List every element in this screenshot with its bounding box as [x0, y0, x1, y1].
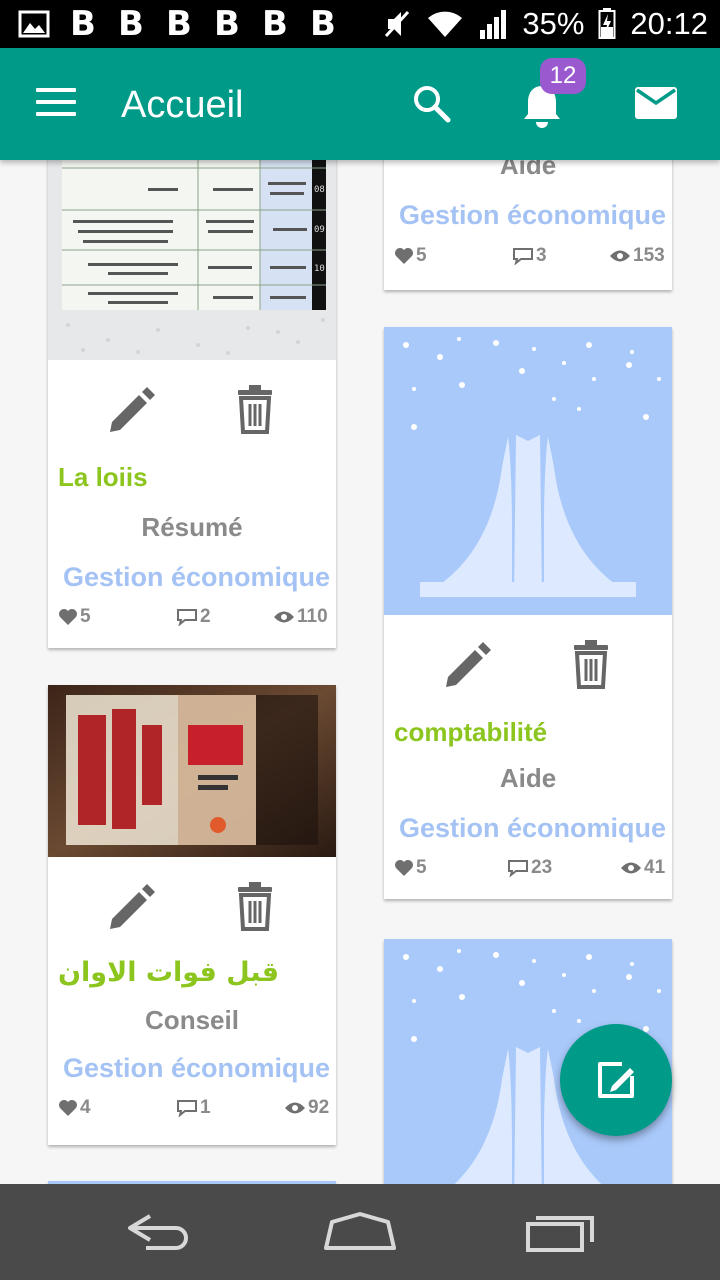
menu-icon-bar: [36, 88, 76, 92]
comments-stat[interactable]: 3: [512, 245, 547, 267]
card-category[interactable]: Gestion économique: [399, 200, 666, 231]
mute-icon: [385, 10, 410, 38]
card-title[interactable]: La loiis: [58, 462, 148, 493]
views-count: 110: [297, 606, 328, 627]
comments-count: 2: [200, 606, 211, 627]
comments-count: 3: [536, 245, 547, 266]
card-stats: 5 3 153: [384, 245, 672, 275]
card-type: Résumé: [141, 512, 243, 542]
trash-icon[interactable]: [228, 879, 282, 933]
status-notifications: B B B B B B: [18, 4, 338, 44]
comments-count: 1: [200, 1097, 211, 1118]
compose-button[interactable]: [560, 1024, 672, 1136]
card-type: Aide: [499, 763, 557, 793]
battery-percent: 35%: [522, 6, 585, 41]
likes-stat[interactable]: 5: [58, 606, 91, 628]
views-stat: 92: [284, 1097, 329, 1119]
heart-icon: [59, 609, 77, 625]
svg-text:09: 09: [314, 225, 325, 235]
card-stats: 5 23 41: [384, 857, 672, 887]
search-icon[interactable]: [412, 84, 452, 124]
heart-icon: [59, 1100, 77, 1116]
document-card[interactable]: 08 09 10 La loiis Résumé Gestion économiqu…: [48, 160, 336, 648]
home-icon[interactable]: [320, 1208, 400, 1256]
svg-text:10: 10: [314, 264, 325, 274]
likes-stat[interactable]: 5: [394, 857, 427, 879]
notification-b-4: B: [214, 4, 240, 44]
pencil-icon[interactable]: [440, 637, 494, 691]
card-stats: 5 2 110: [48, 606, 336, 636]
menu-icon-bar: [36, 100, 76, 104]
card-category[interactable]: Gestion économique: [399, 813, 666, 844]
eye-icon: [610, 250, 630, 262]
views-count: 41: [644, 857, 666, 878]
mail-icon[interactable]: [634, 86, 678, 120]
document-card[interactable]: comptabilité Aide Gestion économique 5 2…: [384, 327, 672, 899]
gallery-icon: [18, 10, 50, 38]
clock: 20:12: [630, 6, 708, 41]
notification-badge[interactable]: 12: [540, 58, 586, 94]
document-card[interactable]: Aide Gestion économique 5 3 153: [384, 160, 672, 290]
card-title[interactable]: قبل فوات الاوان: [58, 957, 279, 988]
book-cover-thumbnail[interactable]: [48, 685, 336, 857]
notification-b-3: B: [166, 4, 192, 44]
comment-icon: [177, 609, 197, 626]
card-category[interactable]: Gestion économique: [63, 1053, 330, 1084]
status-bar: B B B B B B 35% 20:12: [0, 0, 720, 48]
notification-b-6: B: [310, 4, 336, 44]
views-stat: 110: [273, 606, 328, 628]
menu-icon-bar: [36, 112, 76, 116]
status-system: 35% 20:12: [382, 6, 708, 42]
menu-button[interactable]: [36, 88, 76, 118]
page-title: Accueil: [121, 84, 244, 126]
document-card[interactable]: قبل فوات الاوان Conseil Gestion économiq…: [48, 685, 336, 1145]
comment-icon: [508, 860, 528, 877]
document-thumbnail[interactable]: 08 09 10: [48, 160, 336, 360]
eye-icon: [285, 1102, 305, 1114]
card-stats: 4 1 92: [48, 1097, 336, 1127]
trash-icon[interactable]: [564, 637, 618, 691]
back-icon[interactable]: [120, 1208, 200, 1256]
card-type: Aide: [499, 160, 557, 180]
comments-stat[interactable]: 2: [176, 606, 211, 628]
app-bar: Accueil: [0, 48, 720, 160]
trash-icon[interactable]: [228, 382, 282, 436]
views-count: 153: [633, 245, 665, 266]
notification-b-5: B: [262, 4, 288, 44]
svg-text:08: 08: [314, 185, 325, 195]
views-stat: 153: [609, 245, 665, 267]
comments-stat[interactable]: 1: [176, 1097, 211, 1119]
recents-icon[interactable]: [520, 1208, 600, 1256]
likes-count: 4: [80, 1097, 91, 1118]
heart-icon: [395, 248, 413, 264]
signal-icon: [480, 10, 507, 39]
comment-icon: [513, 248, 533, 265]
likes-count: 5: [80, 606, 91, 627]
compose-icon: [598, 1062, 634, 1098]
eye-icon: [621, 862, 641, 874]
views-count: 92: [308, 1097, 330, 1118]
comment-icon: [177, 1100, 197, 1117]
likes-count: 5: [416, 245, 427, 266]
monument-thumbnail[interactable]: [384, 327, 672, 615]
likes-stat[interactable]: 4: [58, 1097, 91, 1119]
card-category[interactable]: Gestion économique: [63, 562, 330, 593]
likes-stat[interactable]: 5: [394, 245, 427, 267]
comments-count: 23: [531, 857, 553, 878]
notification-b-1: B: [70, 4, 96, 44]
comments-stat[interactable]: 23: [507, 857, 552, 879]
wifi-icon: [428, 11, 463, 37]
card-type: Conseil: [145, 1005, 239, 1035]
card-title[interactable]: comptabilité: [394, 717, 547, 748]
eye-icon: [274, 611, 294, 623]
pencil-icon[interactable]: [104, 879, 158, 933]
notification-b-2: B: [118, 4, 144, 44]
pencil-icon[interactable]: [104, 382, 158, 436]
app-screen: B B B B B B 35% 20:12 Accueil 12 Aide Ge…: [0, 0, 720, 1280]
likes-count: 5: [416, 857, 427, 878]
heart-icon: [395, 860, 413, 876]
battery-charging-icon: [598, 8, 616, 39]
views-stat: 41: [620, 857, 665, 879]
system-nav-bar: [0, 1184, 720, 1280]
